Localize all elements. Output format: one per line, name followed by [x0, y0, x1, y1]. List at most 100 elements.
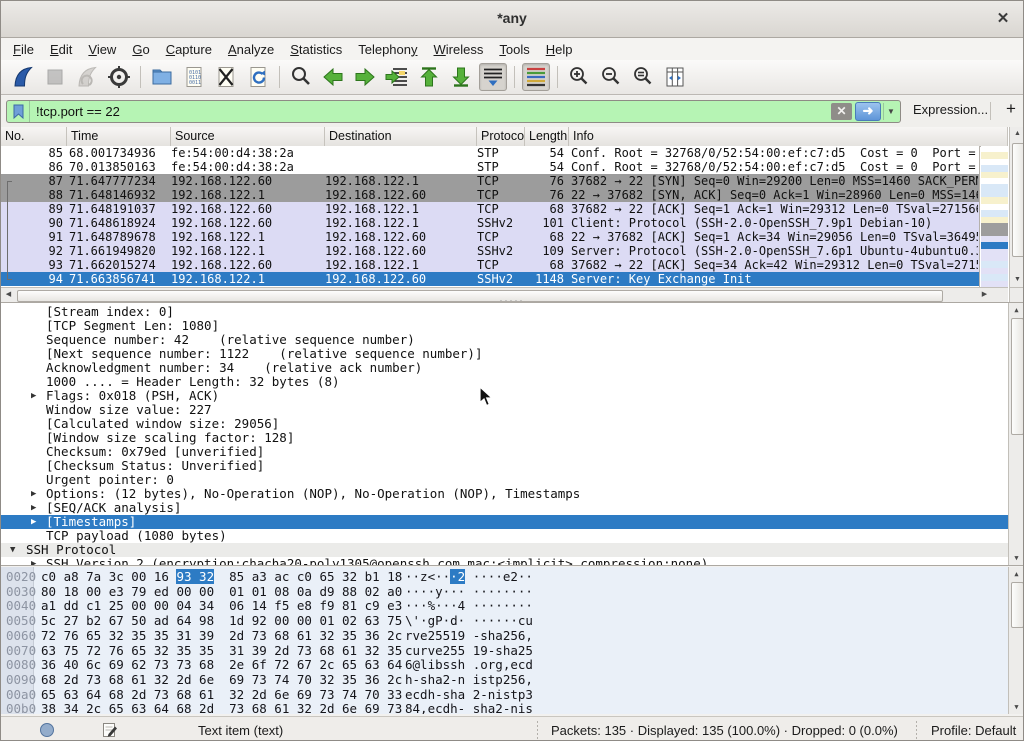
add-filter-button[interactable]: +: [1002, 99, 1020, 119]
hex-ascii[interactable]: 6@libssh .org,ecd: [405, 657, 533, 672]
hex-ascii[interactable]: ···%···4 ········: [405, 598, 533, 613]
zoom-in-icon[interactable]: [565, 63, 593, 91]
go-to-packet-icon[interactable]: [383, 63, 411, 91]
find-packet-icon[interactable]: [287, 63, 315, 91]
pane-splitter[interactable]: ·····: [1, 561, 1023, 565]
hex-row[interactable]: 006072 76 65 32 35 35 31 39 2d 73 68 61 …: [1, 628, 1008, 643]
close-file-icon[interactable]: [212, 63, 240, 91]
display-filter-input[interactable]: !tcp.port == 22 ✕ ➜ ▼: [6, 100, 901, 123]
collapse-arrow-icon[interactable]: ▼: [10, 543, 15, 557]
menu-view[interactable]: View: [80, 40, 124, 59]
expression-button[interactable]: Expression...: [913, 102, 988, 117]
scrollbar-thumb[interactable]: [1011, 318, 1023, 435]
hex-ascii[interactable]: h-sha2-n istp256,: [405, 672, 533, 687]
detail-line[interactable]: [Calculated window size: 29056]: [1, 417, 1008, 431]
hex-bytes[interactable]: c0 a8 7a 3c 00 16 93 32 85 a3 ac c0 65 3…: [41, 569, 402, 584]
detail-line[interactable]: [Next sequence number: 1122 (relative se…: [1, 347, 1008, 361]
detail-line[interactable]: Window size value: 227: [1, 403, 1008, 417]
first-packet-icon[interactable]: [415, 63, 443, 91]
hex-row[interactable]: 00a065 63 64 68 2d 73 68 61 32 2d 6e 69 …: [1, 687, 1008, 702]
expert-info-icon[interactable]: [39, 722, 55, 741]
previous-packet-icon[interactable]: [319, 63, 347, 91]
hex-bytes[interactable]: 63 75 72 76 65 32 35 35 31 39 2d 73 68 6…: [41, 643, 402, 658]
menu-analyze[interactable]: Analyze: [220, 40, 282, 59]
packet-row[interactable]: 9371.662015274192.168.122.60192.168.122.…: [1, 258, 979, 272]
hex-row[interactable]: 00505c 27 b2 67 50 ad 64 98 1d 92 00 00 …: [1, 613, 1008, 628]
hex-ascii[interactable]: 84,ecdh- sha2-nis: [405, 701, 533, 714]
details-vscrollbar[interactable]: ▲ ▼: [1008, 303, 1023, 565]
column-header-length[interactable]: Length: [525, 127, 569, 146]
menu-wireless[interactable]: Wireless: [426, 40, 492, 59]
detail-line[interactable]: ▶[Timestamps]: [1, 515, 1008, 529]
expand-arrow-icon[interactable]: ▶: [31, 487, 36, 501]
hex-bytes[interactable]: 38 34 2c 65 63 64 68 2d 73 68 61 32 2d 6…: [41, 701, 402, 714]
packet-row[interactable]: 9471.663856741192.168.122.1192.168.122.6…: [1, 272, 979, 286]
packet-list-header[interactable]: No.TimeSourceDestinationProtocolLengthIn…: [1, 127, 1008, 147]
detail-line[interactable]: [Checksum Status: Unverified]: [1, 459, 1008, 473]
resize-columns-icon[interactable]: [661, 63, 689, 91]
hex-row[interactable]: 00b038 34 2c 65 63 64 68 2d 73 68 61 32 …: [1, 701, 1008, 714]
zoom-out-icon[interactable]: [597, 63, 625, 91]
zoom-reset-icon[interactable]: [629, 63, 657, 91]
column-header-destination[interactable]: Destination: [325, 127, 477, 146]
packet-row[interactable]: 8670.013850163fe:54:00:d4:38:2aSTP54Conf…: [1, 160, 979, 174]
detail-line[interactable]: TCP payload (1080 bytes): [1, 529, 1008, 543]
expand-arrow-icon[interactable]: ▶: [31, 515, 36, 529]
packet-row[interactable]: 9271.661949820192.168.122.1192.168.122.6…: [1, 244, 979, 258]
detail-line[interactable]: ▶Options: (12 bytes), No-Operation (NOP)…: [1, 487, 1008, 501]
hex-row[interactable]: 008036 40 6c 69 62 73 73 68 2e 6f 72 67 …: [1, 657, 1008, 672]
column-header-no[interactable]: No.: [1, 127, 67, 146]
title-bar[interactable]: *any ✕: [1, 1, 1023, 38]
scroll-up-icon[interactable]: ▲: [1009, 567, 1023, 581]
menu-capture[interactable]: Capture: [158, 40, 220, 59]
capture-comment-icon[interactable]: [102, 722, 119, 741]
detail-line[interactable]: Checksum: 0x79ed [unverified]: [1, 445, 1008, 459]
packet-row[interactable]: 8771.647777234192.168.122.60192.168.122.…: [1, 174, 979, 188]
detail-line[interactable]: Sequence number: 42 (relative sequence n…: [1, 333, 1008, 347]
scroll-up-icon[interactable]: ▲: [1009, 303, 1023, 317]
detail-line[interactable]: ▶Flags: 0x018 (PSH, ACK): [1, 389, 1008, 403]
packet-row[interactable]: 9071.648618924192.168.122.60192.168.122.…: [1, 216, 979, 230]
hex-row[interactable]: 003080 18 00 e3 79 ed 00 00 01 01 08 0a …: [1, 584, 1008, 599]
filter-clear-icon[interactable]: ✕: [831, 103, 852, 120]
hex-vscrollbar[interactable]: ▲ ▼: [1008, 567, 1023, 714]
pane-splitter[interactable]: ·····: [1, 298, 1023, 302]
packet-row[interactable]: 8568.001734936fe:54:00:d4:38:2aSTP54Conf…: [1, 146, 979, 160]
profile-label[interactable]: Profile: Default: [931, 723, 1016, 738]
colorize-packets-icon[interactable]: [522, 63, 550, 91]
hex-bytes[interactable]: 80 18 00 e3 79 ed 00 00 01 01 08 0a d9 8…: [41, 584, 402, 599]
menu-statistics[interactable]: Statistics: [282, 40, 350, 59]
scrollbar-thumb[interactable]: [1012, 143, 1024, 257]
hex-row[interactable]: 007063 75 72 76 65 32 35 35 31 39 2d 73 …: [1, 643, 1008, 658]
hex-ascii[interactable]: ··z<···2 ····e2··: [405, 569, 533, 584]
packet-row[interactable]: 8871.648146932192.168.122.1192.168.122.6…: [1, 188, 979, 202]
column-header-protocol[interactable]: Protocol: [477, 127, 525, 146]
detail-line[interactable]: [Stream index: 0]: [1, 305, 1008, 319]
hex-row[interactable]: 009068 2d 73 68 61 32 2d 6e 69 73 74 70 …: [1, 672, 1008, 687]
last-packet-icon[interactable]: [447, 63, 475, 91]
column-header-info[interactable]: Info: [569, 127, 1008, 146]
column-header-source[interactable]: Source: [171, 127, 325, 146]
hex-bytes[interactable]: 68 2d 73 68 61 32 2d 6e 69 73 74 70 32 3…: [41, 672, 402, 687]
hex-row[interactable]: 0020c0 a8 7a 3c 00 16 93 32 85 a3 ac c0 …: [1, 569, 1008, 584]
detail-line[interactable]: Urgent pointer: 0: [1, 473, 1008, 487]
close-window-button[interactable]: ✕: [993, 9, 1013, 29]
hex-row[interactable]: 0040a1 dd c1 25 00 00 04 34 06 14 f5 e8 …: [1, 598, 1008, 613]
hex-bytes[interactable]: 36 40 6c 69 62 73 73 68 2e 6f 72 67 2c 6…: [41, 657, 402, 672]
packet-row[interactable]: 8971.648191037192.168.122.60192.168.122.…: [1, 202, 979, 216]
capture-options-icon[interactable]: [105, 63, 133, 91]
filter-bookmark-icon[interactable]: [7, 101, 30, 122]
open-file-icon[interactable]: [148, 63, 176, 91]
detail-line[interactable]: 1000 .... = Header Length: 32 bytes (8): [1, 375, 1008, 389]
hex-bytes[interactable]: 65 63 64 68 2d 73 68 61 32 2d 6e 69 73 7…: [41, 687, 402, 702]
expand-arrow-icon[interactable]: ▶: [31, 389, 36, 403]
scroll-down-icon[interactable]: ▼: [1010, 273, 1024, 287]
column-header-time[interactable]: Time: [67, 127, 171, 146]
hex-ascii[interactable]: ····y··· ········: [405, 584, 533, 599]
reload-file-icon[interactable]: [244, 63, 272, 91]
menu-edit[interactable]: Edit: [42, 40, 80, 59]
menu-telephony[interactable]: Telephony: [350, 40, 425, 59]
detail-line[interactable]: [Window size scaling factor: 128]: [1, 431, 1008, 445]
hex-bytes[interactable]: 5c 27 b2 67 50 ad 64 98 1d 92 00 00 01 0…: [41, 613, 402, 628]
expand-arrow-icon[interactable]: ▶: [31, 501, 36, 515]
